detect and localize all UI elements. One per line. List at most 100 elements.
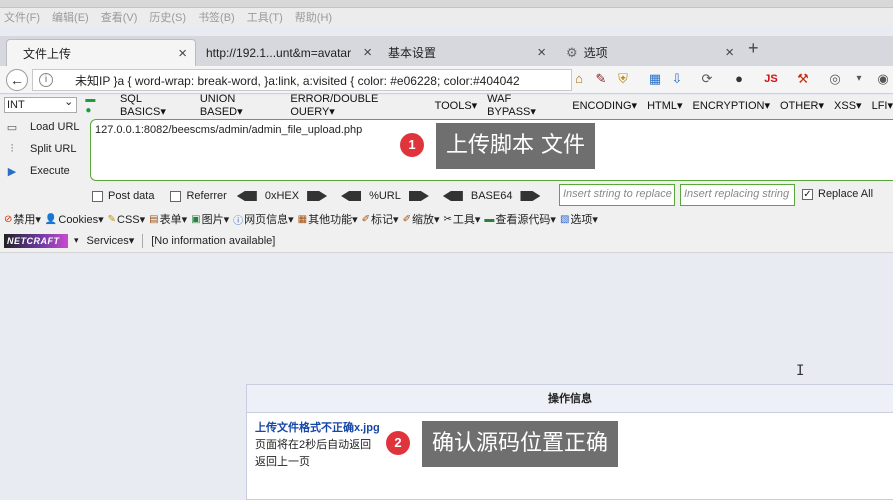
split-url-label: Split URL: [30, 143, 77, 155]
tab-options[interactable]: ⚙ 选项 ×: [556, 39, 742, 66]
javascript-icon[interactable]: JS: [762, 70, 780, 88]
reload-icon[interactable]: ⟳: [698, 70, 716, 88]
palette-icon[interactable]: ◎: [826, 70, 844, 88]
services-menu[interactable]: Services▾: [87, 234, 135, 247]
script-icon[interactable]: ⚒: [794, 70, 812, 88]
load-url-button[interactable]: ▭ Load URL: [4, 117, 80, 137]
images-menu[interactable]: ▣ 图片▾: [191, 211, 229, 227]
hex-decode-arrow[interactable]: [236, 191, 257, 201]
shield-icon[interactable]: ⛨: [614, 70, 632, 88]
back-button[interactable]: ←: [6, 69, 28, 91]
resize-icon: ✐: [402, 213, 411, 225]
new-tab-button[interactable]: +: [748, 38, 759, 59]
tab-avatar-url[interactable]: http://192.1...unt&m=avatar ×: [196, 39, 380, 66]
address-bar[interactable]: i 未知IP }a { word-wrap: break-word, }a:li…: [32, 69, 572, 91]
menu-xss[interactable]: XSS▾: [834, 99, 862, 112]
menu-bookmarks[interactable]: 书签(B): [198, 9, 235, 25]
close-icon[interactable]: ×: [537, 44, 546, 61]
menu-html[interactable]: HTML▾: [647, 99, 682, 112]
cookies-menu[interactable]: 👤 Cookies▾: [45, 213, 104, 226]
page-info-menu[interactable]: ⓘ 网页信息▾: [233, 211, 294, 227]
menu-help[interactable]: 帮助(H): [295, 9, 332, 25]
firebug-toolbar: ⊘ 禁用▾ 👤 Cookies▾ ✎ CSS▾ ▤ 表单▾ ▣ 图片▾ ⓘ 网页信息▾ ▦ 其…: [0, 209, 893, 229]
base64-decode-arrow[interactable]: [442, 191, 463, 201]
execute-button[interactable]: ▶ Execute: [4, 161, 70, 181]
menu-view[interactable]: 查看(V): [101, 9, 138, 25]
replace-all-checkbox[interactable]: ✓: [802, 188, 813, 200]
close-icon[interactable]: ×: [725, 44, 734, 61]
chevron-down-icon[interactable]: ▾: [850, 70, 868, 88]
tools-icon: ✂: [443, 213, 452, 225]
tab-file-upload[interactable]: 文件上传 ×: [6, 39, 196, 66]
type-select[interactable]: INT: [4, 95, 78, 113]
menu-history[interactable]: 历史(S): [149, 9, 186, 25]
menu-file[interactable]: 文件(F): [4, 9, 40, 25]
url-label: %URL: [369, 190, 401, 202]
person-icon: 👤: [44, 213, 58, 225]
hex-encode-arrow[interactable]: [307, 191, 328, 201]
netcraft-logo[interactable]: NETCRAFT: [4, 233, 68, 248]
home-icon[interactable]: ⌂: [570, 70, 588, 88]
play-icon: ▶: [7, 165, 17, 178]
disable-label: 禁用▾: [13, 214, 41, 226]
post-data-checkbox[interactable]: [92, 190, 103, 202]
menu-edit[interactable]: 编辑(E): [52, 9, 89, 25]
extension-icon[interactable]: ◉: [874, 70, 892, 88]
resize-menu[interactable]: ✐ 缩放▾: [403, 211, 440, 227]
menu-error-double-query[interactable]: ERROR/DOUBLE QUERY▾: [290, 93, 424, 118]
tools-menu[interactable]: ✂ 工具▾: [444, 211, 481, 227]
base64-label: BASE64: [470, 190, 513, 202]
close-icon[interactable]: ×: [363, 44, 372, 61]
replace-all-toggle[interactable]: ✓ Replace All: [802, 188, 873, 200]
source-icon: ▬: [484, 213, 495, 225]
css-menu[interactable]: ✎ CSS▾: [108, 213, 146, 226]
chevron-down-icon[interactable]: ▾: [74, 235, 79, 246]
download-icon[interactable]: ⇩: [668, 70, 686, 88]
step-badge-2: 2: [386, 431, 410, 455]
referrer-checkbox[interactable]: [170, 190, 182, 202]
menu-waf-bypass[interactable]: WAF BYPASS▾: [487, 93, 562, 118]
pen-icon[interactable]: ✎: [592, 70, 610, 88]
text-cursor-icon: I: [796, 363, 805, 379]
replace-all-label: Replace All: [818, 188, 874, 200]
url-encode-arrow[interactable]: [408, 191, 429, 201]
menu-sql-basics[interactable]: SQL BASICS▾: [120, 93, 190, 118]
outline-label: 标记▾: [371, 214, 399, 226]
view-source-menu[interactable]: ▬ 查看源代码▾: [484, 211, 556, 227]
marker-icon: ✐: [361, 213, 371, 225]
close-icon[interactable]: ×: [178, 45, 187, 62]
menu-other[interactable]: OTHER▾: [780, 99, 824, 112]
forms-label: 表单▾: [159, 214, 188, 226]
menu-bar: 文件(F) 编辑(E) 查看(V) 历史(S) 书签(B) 工具(T) 帮助(H…: [0, 8, 893, 26]
misc-icon: ▦: [297, 213, 308, 225]
tab-label: 文件上传: [23, 46, 72, 61]
menu-encryption[interactable]: ENCRYPTION▾: [693, 99, 770, 112]
base64-encode-arrow[interactable]: [520, 191, 541, 201]
menu-lfi[interactable]: LFI▾: [872, 99, 893, 112]
navigation-bar: ← i 未知IP }a { word-wrap: break-word, }a:…: [0, 66, 893, 94]
tab-basic-settings[interactable]: 基本设置 ×: [378, 39, 554, 66]
insert-string-input[interactable]: Insert string to replace: [559, 184, 675, 206]
step-badge-1: 1: [400, 133, 424, 157]
netcraft-toolbar: NETCRAFT ▾ Services▾ [No information ava…: [0, 229, 893, 253]
misc-label: 其他功能▾: [308, 214, 358, 226]
misc-menu[interactable]: ▦ 其他功能▾: [298, 211, 358, 227]
menu-union-based[interactable]: UNION BASED▾: [200, 93, 281, 118]
replacing-string-input[interactable]: Insert replacing string: [680, 184, 795, 206]
options-menu[interactable]: ▧ 选项▾: [560, 211, 598, 227]
callout-2: 确认源码位置正确: [422, 421, 619, 467]
menu-tools[interactable]: TOOLS▾: [435, 99, 478, 112]
forms-menu[interactable]: ▤ 表单▾: [149, 211, 187, 227]
split-url-button[interactable]: ⫶ Split URL: [4, 139, 77, 159]
menu-encoding[interactable]: ENCODING▾: [572, 99, 637, 112]
outline-menu[interactable]: ✐ 标记▾: [362, 211, 399, 227]
tab-label: 基本设置: [388, 46, 437, 60]
info-icon[interactable]: i: [39, 73, 53, 87]
grid-icon[interactable]: ▦: [646, 70, 664, 88]
menu-tools[interactable]: 工具(T): [247, 9, 283, 25]
url-decode-arrow[interactable]: [341, 191, 362, 201]
globe-icon[interactable]: ●: [730, 70, 748, 88]
disable-menu[interactable]: ⊘ 禁用▾: [4, 211, 41, 227]
execute-label: Execute: [30, 165, 70, 177]
css-label: CSS▾: [117, 213, 146, 226]
